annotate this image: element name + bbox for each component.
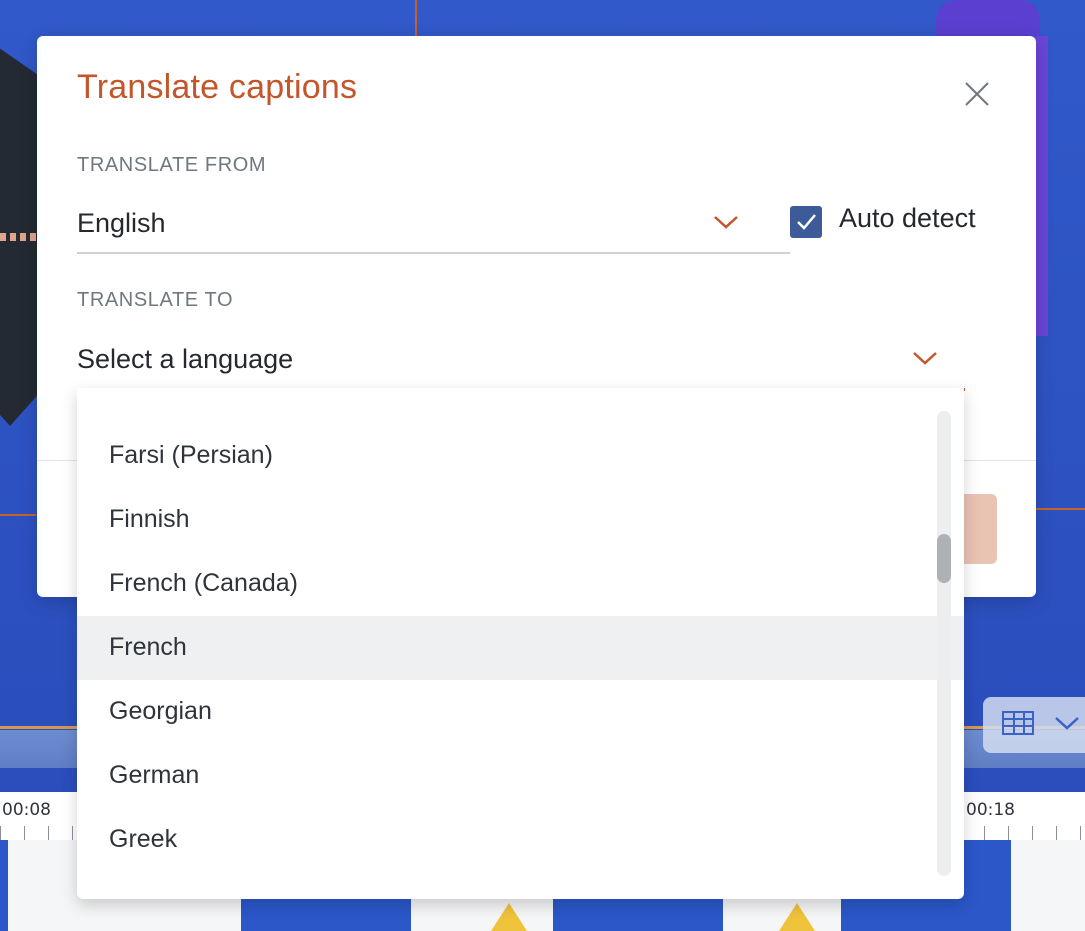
language-option-label: Finnish xyxy=(109,505,190,533)
scrollbar-track[interactable] xyxy=(937,411,951,876)
language-option-label: French (Canada) xyxy=(109,569,298,597)
scene-chain xyxy=(0,233,36,241)
scene-character-right xyxy=(936,0,1040,36)
guide-line xyxy=(1036,508,1085,510)
language-option-label: French xyxy=(109,633,187,661)
dialog-title: Translate captions xyxy=(77,68,358,106)
close-button[interactable] xyxy=(955,72,999,116)
translate-to-placeholder: Select a language xyxy=(77,344,294,374)
translate-from-select[interactable]: English xyxy=(77,196,790,254)
language-option-highlighted[interactable]: French xyxy=(77,616,964,680)
language-option[interactable]: Georgian xyxy=(77,680,964,744)
ruler-time-label: 00:18 xyxy=(966,800,1015,820)
language-option-label: Farsi (Persian) xyxy=(109,441,273,469)
scene-thumbnail[interactable] xyxy=(0,840,8,931)
translate-to-label: TRANSLATE TO xyxy=(77,289,234,311)
language-option[interactable]: Greek xyxy=(77,808,964,872)
translate-to-select[interactable]: Select a language xyxy=(77,332,965,391)
language-option[interactable]: French (Canada) xyxy=(77,552,964,616)
ruler-time-label: 00:08 xyxy=(2,800,51,820)
scene-character-right-body xyxy=(1036,36,1048,336)
language-option-label: Greek xyxy=(109,825,178,853)
language-option-label: Georgian xyxy=(109,697,212,725)
chevron-down-icon xyxy=(1054,712,1080,737)
language-option[interactable]: Farsi (Persian) xyxy=(77,424,964,488)
language-option[interactable]: Finnish xyxy=(77,488,964,552)
language-dropdown-list[interactable]: Farsi (Persian) Finnish French (Canada) … xyxy=(77,388,964,899)
guide-line xyxy=(0,514,36,516)
grid-icon xyxy=(1002,711,1034,735)
translate-from-value: English xyxy=(77,208,166,238)
guide-line xyxy=(415,0,417,36)
language-option-label: German xyxy=(109,761,200,789)
auto-detect-checkbox[interactable] xyxy=(790,206,822,238)
chevron-down-icon xyxy=(912,350,938,370)
close-icon xyxy=(965,82,989,106)
scene-character-left xyxy=(0,36,38,426)
scrollbar-thumb[interactable] xyxy=(937,534,951,583)
chevron-down-icon xyxy=(713,214,739,234)
auto-detect-label: Auto detect xyxy=(839,203,976,233)
translate-from-label: TRANSLATE FROM xyxy=(77,154,267,176)
checkmark-icon xyxy=(797,214,816,230)
language-option[interactable]: German xyxy=(77,744,964,808)
